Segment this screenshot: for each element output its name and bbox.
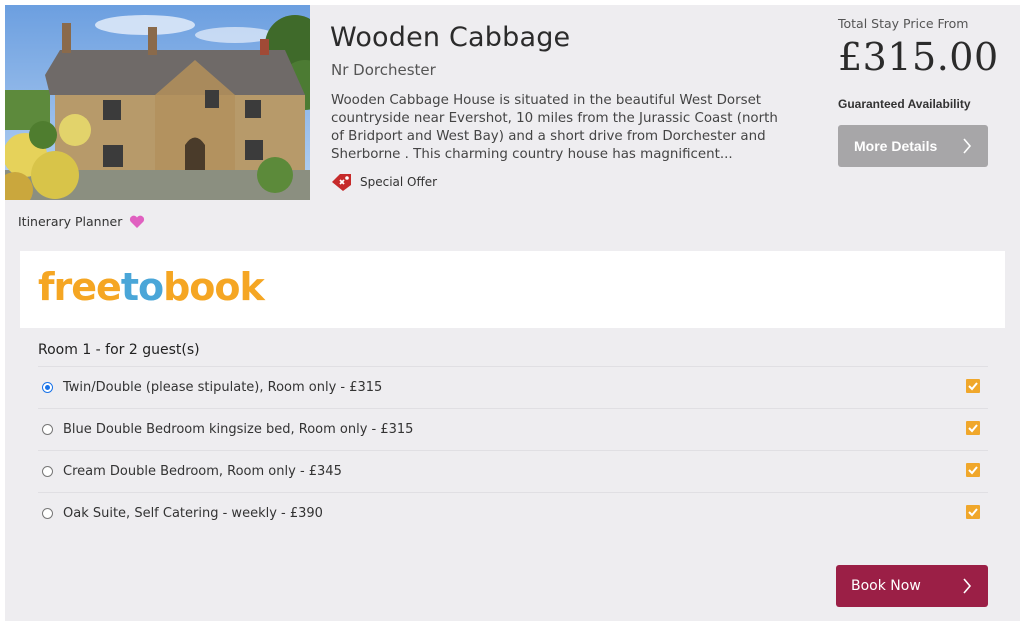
heart-icon[interactable] [129,215,145,229]
price-tag-icon [332,174,351,191]
special-offer-badge[interactable]: Special Offer [331,172,437,192]
logo-part-book: book [163,265,265,309]
book-now-label: Book Now [851,578,921,594]
rate-radio[interactable] [42,508,53,519]
logo-part-to: to [120,265,164,309]
house-photo-image [5,5,310,200]
more-details-button[interactable]: More Details [838,125,988,167]
itinerary-planner-label: Itinerary Planner [18,214,123,229]
special-offer-label: Special Offer [360,175,438,189]
rate-label: Blue Double Bedroom kingsize bed, Room o… [63,422,414,437]
rate-radio[interactable] [42,466,53,477]
price-caption: Total Stay Price From [838,16,969,31]
price-value: £315.00 [838,35,999,79]
itinerary-planner[interactable]: Itinerary Planner [18,214,145,229]
checkbox-icon[interactable] [966,379,980,393]
rate-label: Twin/Double (please stipulate), Room onl… [63,380,383,395]
rate-option[interactable]: Blue Double Bedroom kingsize bed, Room o… [38,408,988,450]
book-now-button[interactable]: Book Now [836,565,988,607]
room-heading: Room 1 - for 2 guest(s) [38,342,200,358]
rate-radio[interactable] [42,424,53,435]
booking-widget-header: freetobook [20,251,1005,328]
freetobook-logo: freetobook [38,265,265,309]
availability-label: Guaranteed Availability [838,97,971,111]
logo-part-free: free [38,265,122,309]
checkbox-icon[interactable] [966,421,980,435]
checkbox-icon[interactable] [966,463,980,477]
property-description: Wooden Cabbage House is situated in the … [331,93,778,162]
more-details-label: More Details [854,138,938,154]
property-location: Nr Dorchester [331,61,436,79]
rate-label: Cream Double Bedroom, Room only - £345 [63,464,342,479]
rate-option[interactable]: Twin/Double (please stipulate), Room onl… [38,366,988,408]
chevron-right-icon [963,578,972,594]
rate-list: Twin/Double (please stipulate), Room onl… [38,366,988,534]
rate-option[interactable]: Oak Suite, Self Catering - weekly - £390 [38,492,988,534]
rate-radio[interactable] [42,382,53,393]
chevron-right-icon [963,138,972,154]
property-name[interactable]: Wooden Cabbage [330,22,570,53]
rate-option[interactable]: Cream Double Bedroom, Room only - £345 [38,450,988,492]
checkbox-icon[interactable] [966,505,980,519]
rate-label: Oak Suite, Self Catering - weekly - £390 [63,506,323,521]
property-photo[interactable] [5,5,310,200]
